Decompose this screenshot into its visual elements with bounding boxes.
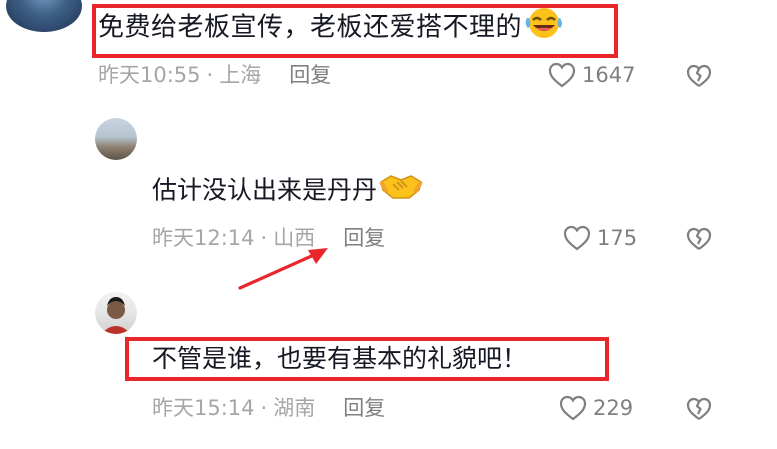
- comment-thread: 免费给老板宣传，老板还爱搭不理的 昨天10:55 · 上海 回复 1647 估计…: [0, 0, 777, 449]
- handshake-icon: [379, 170, 423, 213]
- annotation-arrow: [236, 242, 336, 296]
- comment-time: 昨天15:14: [152, 396, 255, 420]
- broken-heart-icon: [686, 64, 712, 88]
- reply-button[interactable]: 回复: [343, 226, 385, 250]
- reply-button[interactable]: 回复: [289, 63, 331, 87]
- separator: ·: [206, 63, 214, 87]
- separator: ·: [260, 396, 268, 420]
- comment-location: 上海: [219, 63, 262, 87]
- heart-outline-icon: [559, 395, 587, 421]
- like-button[interactable]: 229: [559, 394, 633, 422]
- like-count: 1647: [582, 63, 636, 87]
- like-button[interactable]: 175: [563, 224, 637, 252]
- comment-text-content: 估计没认出来是丹丹: [152, 175, 378, 205]
- highlight-box: [125, 337, 609, 381]
- comment-meta: 昨天15:14 · 湖南 回复: [152, 394, 385, 422]
- dislike-button[interactable]: [686, 397, 712, 421]
- like-count: 229: [593, 396, 634, 420]
- comment-text: 估计没认出来是丹丹: [152, 170, 423, 213]
- heart-outline-icon: [563, 225, 591, 251]
- reply-button[interactable]: 回复: [343, 396, 385, 420]
- heart-outline-icon: [548, 62, 576, 88]
- avatar[interactable]: [95, 292, 137, 334]
- dislike-button[interactable]: [686, 227, 712, 251]
- avatar[interactable]: [6, 0, 82, 32]
- avatar[interactable]: [95, 118, 137, 160]
- broken-heart-icon: [686, 227, 712, 251]
- dislike-button[interactable]: [686, 64, 712, 88]
- broken-heart-icon: [686, 397, 712, 421]
- comment-meta: 昨天10:55 · 上海 回复: [98, 61, 331, 89]
- comment-time: 昨天10:55: [98, 63, 201, 87]
- comment-location: 湖南: [273, 396, 316, 420]
- highlight-box: [92, 4, 618, 58]
- like-button[interactable]: 1647: [548, 61, 635, 89]
- like-count: 175: [597, 226, 638, 250]
